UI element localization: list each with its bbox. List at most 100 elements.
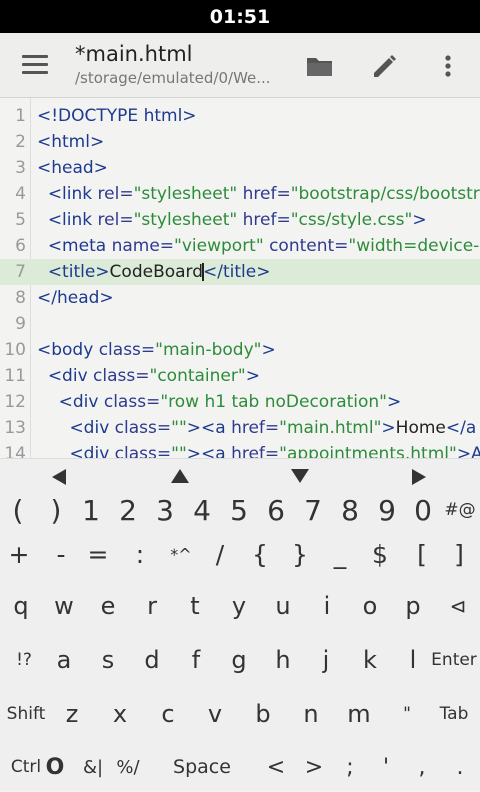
- key[interactable]: 2: [111, 485, 145, 535]
- key[interactable]: :: [123, 529, 157, 579]
- key[interactable]: }: [283, 529, 317, 579]
- key[interactable]: &|: [76, 742, 110, 792]
- key[interactable]: 3: [148, 485, 182, 535]
- folder-icon[interactable]: [303, 49, 337, 83]
- key[interactable]: 9: [370, 485, 404, 535]
- key[interactable]: ): [39, 485, 73, 535]
- code-token: class=: [93, 366, 150, 386]
- key[interactable]: n: [294, 689, 328, 739]
- code-line[interactable]: 9: [0, 311, 480, 337]
- key[interactable]: ]: [442, 529, 476, 579]
- key[interactable]: 8: [333, 485, 367, 535]
- code-line[interactable]: 4 <link rel="stylesheet" href="bootstrap…: [0, 181, 480, 207]
- key[interactable]: h: [266, 635, 300, 685]
- key[interactable]: Tab: [428, 689, 480, 739]
- code-line[interactable]: 2 <html>: [0, 129, 480, 155]
- code-line[interactable]: 11 <div class="container">: [0, 363, 480, 389]
- key[interactable]: z: [55, 689, 89, 739]
- code-line[interactable]: 3 <head>: [0, 155, 480, 181]
- key[interactable]: y: [222, 581, 256, 631]
- code-line[interactable]: 5 <link rel="stylesheet" href="css/style…: [0, 207, 480, 233]
- menu-icon[interactable]: [22, 53, 50, 77]
- key[interactable]: t: [178, 581, 212, 631]
- key[interactable]: {: [243, 529, 277, 579]
- key[interactable]: [: [405, 529, 439, 579]
- key[interactable]: 1: [74, 485, 108, 535]
- key[interactable]: g: [222, 635, 256, 685]
- code-token: >: [381, 418, 396, 438]
- key[interactable]: w: [47, 581, 81, 631]
- key[interactable]: ;: [333, 742, 367, 792]
- key[interactable]: l: [396, 635, 430, 685]
- left-arrow-icon[interactable]: [52, 469, 66, 485]
- key[interactable]: $: [363, 529, 397, 579]
- code-line[interactable]: 14 <div class=""><a href="appointments.h…: [0, 441, 480, 458]
- key[interactable]: =: [81, 529, 115, 579]
- key[interactable]: >: [297, 742, 331, 792]
- code-token: "viewport": [174, 236, 264, 256]
- key[interactable]: v: [198, 689, 232, 739]
- key[interactable]: q: [4, 581, 38, 631]
- up-arrow-icon[interactable]: [171, 469, 189, 483]
- key[interactable]: c: [151, 689, 185, 739]
- key[interactable]: +: [2, 529, 36, 579]
- key[interactable]: e: [91, 581, 125, 631]
- key[interactable]: r: [135, 581, 169, 631]
- down-arrow-icon[interactable]: [291, 469, 309, 483]
- key[interactable]: ": [390, 689, 424, 739]
- code-line[interactable]: 13 <div class=""><a href="main.html">Hom…: [0, 415, 480, 441]
- key[interactable]: Enter: [428, 635, 480, 685]
- code-line[interactable]: 12 <div class="row h1 tab noDecoration">: [0, 389, 480, 415]
- code-line[interactable]: 10 <body class="main-body">: [0, 337, 480, 363]
- key[interactable]: 5: [222, 485, 256, 535]
- key[interactable]: i: [310, 581, 344, 631]
- code-token: "css/style.css": [290, 210, 413, 230]
- more-vert-icon[interactable]: [431, 49, 465, 83]
- key[interactable]: 7: [296, 485, 330, 535]
- key[interactable]: k: [353, 635, 387, 685]
- right-arrow-icon[interactable]: [412, 469, 426, 485]
- code-line[interactable]: 8 </head>: [0, 285, 480, 311]
- key[interactable]: -: [44, 529, 78, 579]
- key[interactable]: x: [103, 689, 137, 739]
- key[interactable]: !?: [7, 635, 41, 685]
- key[interactable]: b: [246, 689, 280, 739]
- key[interactable]: <: [259, 742, 293, 792]
- code-line[interactable]: 6 <meta name="viewport" content="width=d…: [0, 233, 480, 259]
- key[interactable]: (: [1, 485, 35, 535]
- code-editor[interactable]: 1 <!DOCTYPE html> 2 <html> 3 <head> 4 <link re…: [0, 98, 480, 458]
- key[interactable]: m: [342, 689, 376, 739]
- key[interactable]: f: [179, 635, 213, 685]
- key[interactable]: u: [266, 581, 300, 631]
- key[interactable]: 6: [259, 485, 293, 535]
- key[interactable]: Space: [173, 742, 231, 792]
- key[interactable]: ,: [405, 742, 439, 792]
- key[interactable]: o: [353, 581, 387, 631]
- code-line[interactable]: 1 <!DOCTYPE html>: [0, 103, 480, 129]
- code-text: <meta name="viewport" content="width=dev…: [37, 233, 480, 259]
- code-text: <div class=""><a href="main.html">Home</…: [37, 415, 476, 441]
- key[interactable]: /: [203, 529, 237, 579]
- key[interactable]: j: [309, 635, 343, 685]
- code-text: <div class="container">: [37, 363, 260, 389]
- key[interactable]: p: [396, 581, 430, 631]
- key[interactable]: #@: [443, 485, 477, 535]
- key[interactable]: 0: [406, 485, 440, 535]
- key[interactable]: ⊲: [441, 581, 475, 631]
- key[interactable]: d: [135, 635, 169, 685]
- key[interactable]: %/: [111, 742, 145, 792]
- key[interactable]: 4: [185, 485, 219, 535]
- key[interactable]: ': [369, 742, 403, 792]
- pencil-icon[interactable]: [367, 49, 401, 83]
- code-token: content=: [263, 236, 349, 256]
- code-token: Home: [395, 418, 446, 438]
- key[interactable]: .: [443, 742, 477, 792]
- key[interactable]: a: [47, 635, 81, 685]
- key[interactable]: O: [38, 742, 72, 792]
- key[interactable]: _: [323, 529, 357, 579]
- key[interactable]: Shift: [0, 689, 52, 739]
- key[interactable]: *^: [164, 529, 198, 579]
- key[interactable]: s: [91, 635, 125, 685]
- code-line[interactable]: 7 <title>CodeBoard</title>: [0, 259, 480, 285]
